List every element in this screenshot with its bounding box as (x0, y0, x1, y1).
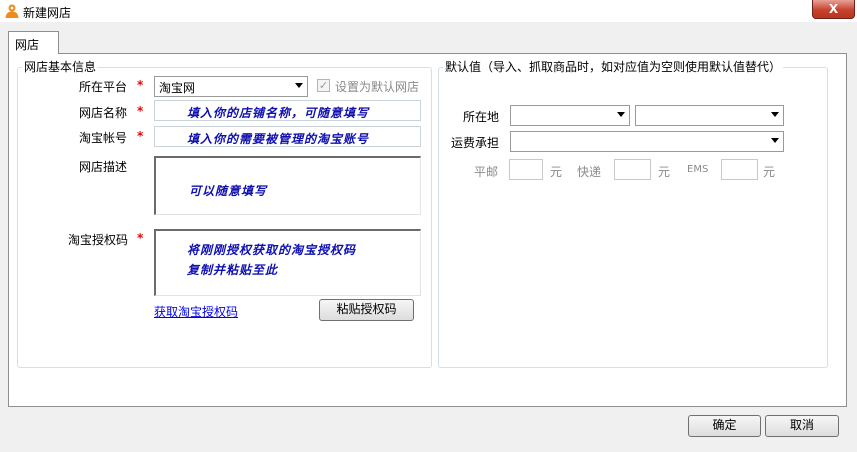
chevron-down-icon (771, 138, 779, 143)
app-icon (4, 3, 20, 19)
account-label: 淘宝帐号 (79, 131, 128, 145)
express-label: 快递 (577, 165, 602, 179)
shipping-label: 运费承担 (451, 136, 500, 150)
close-button[interactable]: X (812, 0, 855, 19)
express-unit: 元 (658, 165, 671, 179)
shop-name-required-mark: * (137, 104, 144, 118)
platform-select[interactable]: 淘宝网 (154, 76, 308, 97)
description-hint: 可以随意填写 (189, 184, 268, 198)
chevron-down-icon (771, 112, 779, 117)
city-select[interactable] (635, 105, 784, 126)
post-unit: 元 (550, 165, 563, 179)
shipping-select[interactable] (510, 131, 784, 152)
platform-label: 所在平台 (79, 80, 128, 94)
ems-unit: 元 (763, 165, 776, 179)
shop-name-label: 网店名称 (79, 106, 128, 120)
basic-info-legend: 网店基本信息 (22, 58, 99, 75)
description-label: 网店描述 (79, 160, 128, 174)
auth-code-textarea[interactable]: 将刚刚授权获取的淘宝授权码 复制并粘贴至此 (154, 229, 421, 296)
chevron-down-icon (295, 83, 303, 88)
auth-code-hint-line2: 复制并粘贴至此 (187, 263, 279, 277)
default-shop-label: 设置为默认网店 (335, 80, 420, 94)
chevron-down-icon (617, 112, 625, 117)
tab-shop[interactable]: 网店 (8, 31, 59, 54)
get-auth-code-link[interactable]: 获取淘宝授权码 (154, 303, 238, 320)
account-input[interactable]: 填入你的需要被管理的淘宝账号 (154, 126, 421, 147)
ems-label: EMS (687, 164, 709, 175)
account-required-mark: * (137, 129, 144, 143)
auth-code-hint-line1: 将刚刚授权获取的淘宝授权码 (187, 243, 357, 257)
location-label: 所在地 (463, 110, 500, 124)
paste-auth-code-button[interactable]: 粘贴授权码 (319, 299, 414, 321)
title-bar: 新建网店 X (0, 0, 857, 22)
defaults-legend: 默认值（导入、抓取商品时，如对应值为空则使用默认值替代） (443, 58, 784, 75)
shop-name-hint: 填入你的店铺名称，可随意填写 (187, 106, 370, 120)
province-select[interactable] (510, 105, 630, 126)
post-fee-input[interactable] (509, 159, 543, 180)
platform-required-mark: * (137, 78, 144, 92)
account-hint: 填入你的需要被管理的淘宝账号 (187, 132, 370, 146)
auth-code-required-mark: * (137, 231, 144, 245)
cancel-button[interactable]: 取消 (765, 415, 839, 437)
ems-fee-input[interactable] (721, 159, 758, 180)
window-title: 新建网店 (23, 6, 72, 20)
description-textarea[interactable]: 可以随意填写 (154, 156, 421, 215)
express-fee-input[interactable] (614, 159, 651, 180)
ok-button[interactable]: 确定 (688, 415, 761, 437)
shop-name-input[interactable]: 填入你的店铺名称，可随意填写 (154, 100, 421, 121)
platform-select-value: 淘宝网 (159, 81, 196, 95)
default-shop-checkbox[interactable]: ✓ (317, 79, 330, 92)
auth-code-label: 淘宝授权码 (68, 233, 129, 247)
post-label: 平邮 (474, 165, 499, 179)
